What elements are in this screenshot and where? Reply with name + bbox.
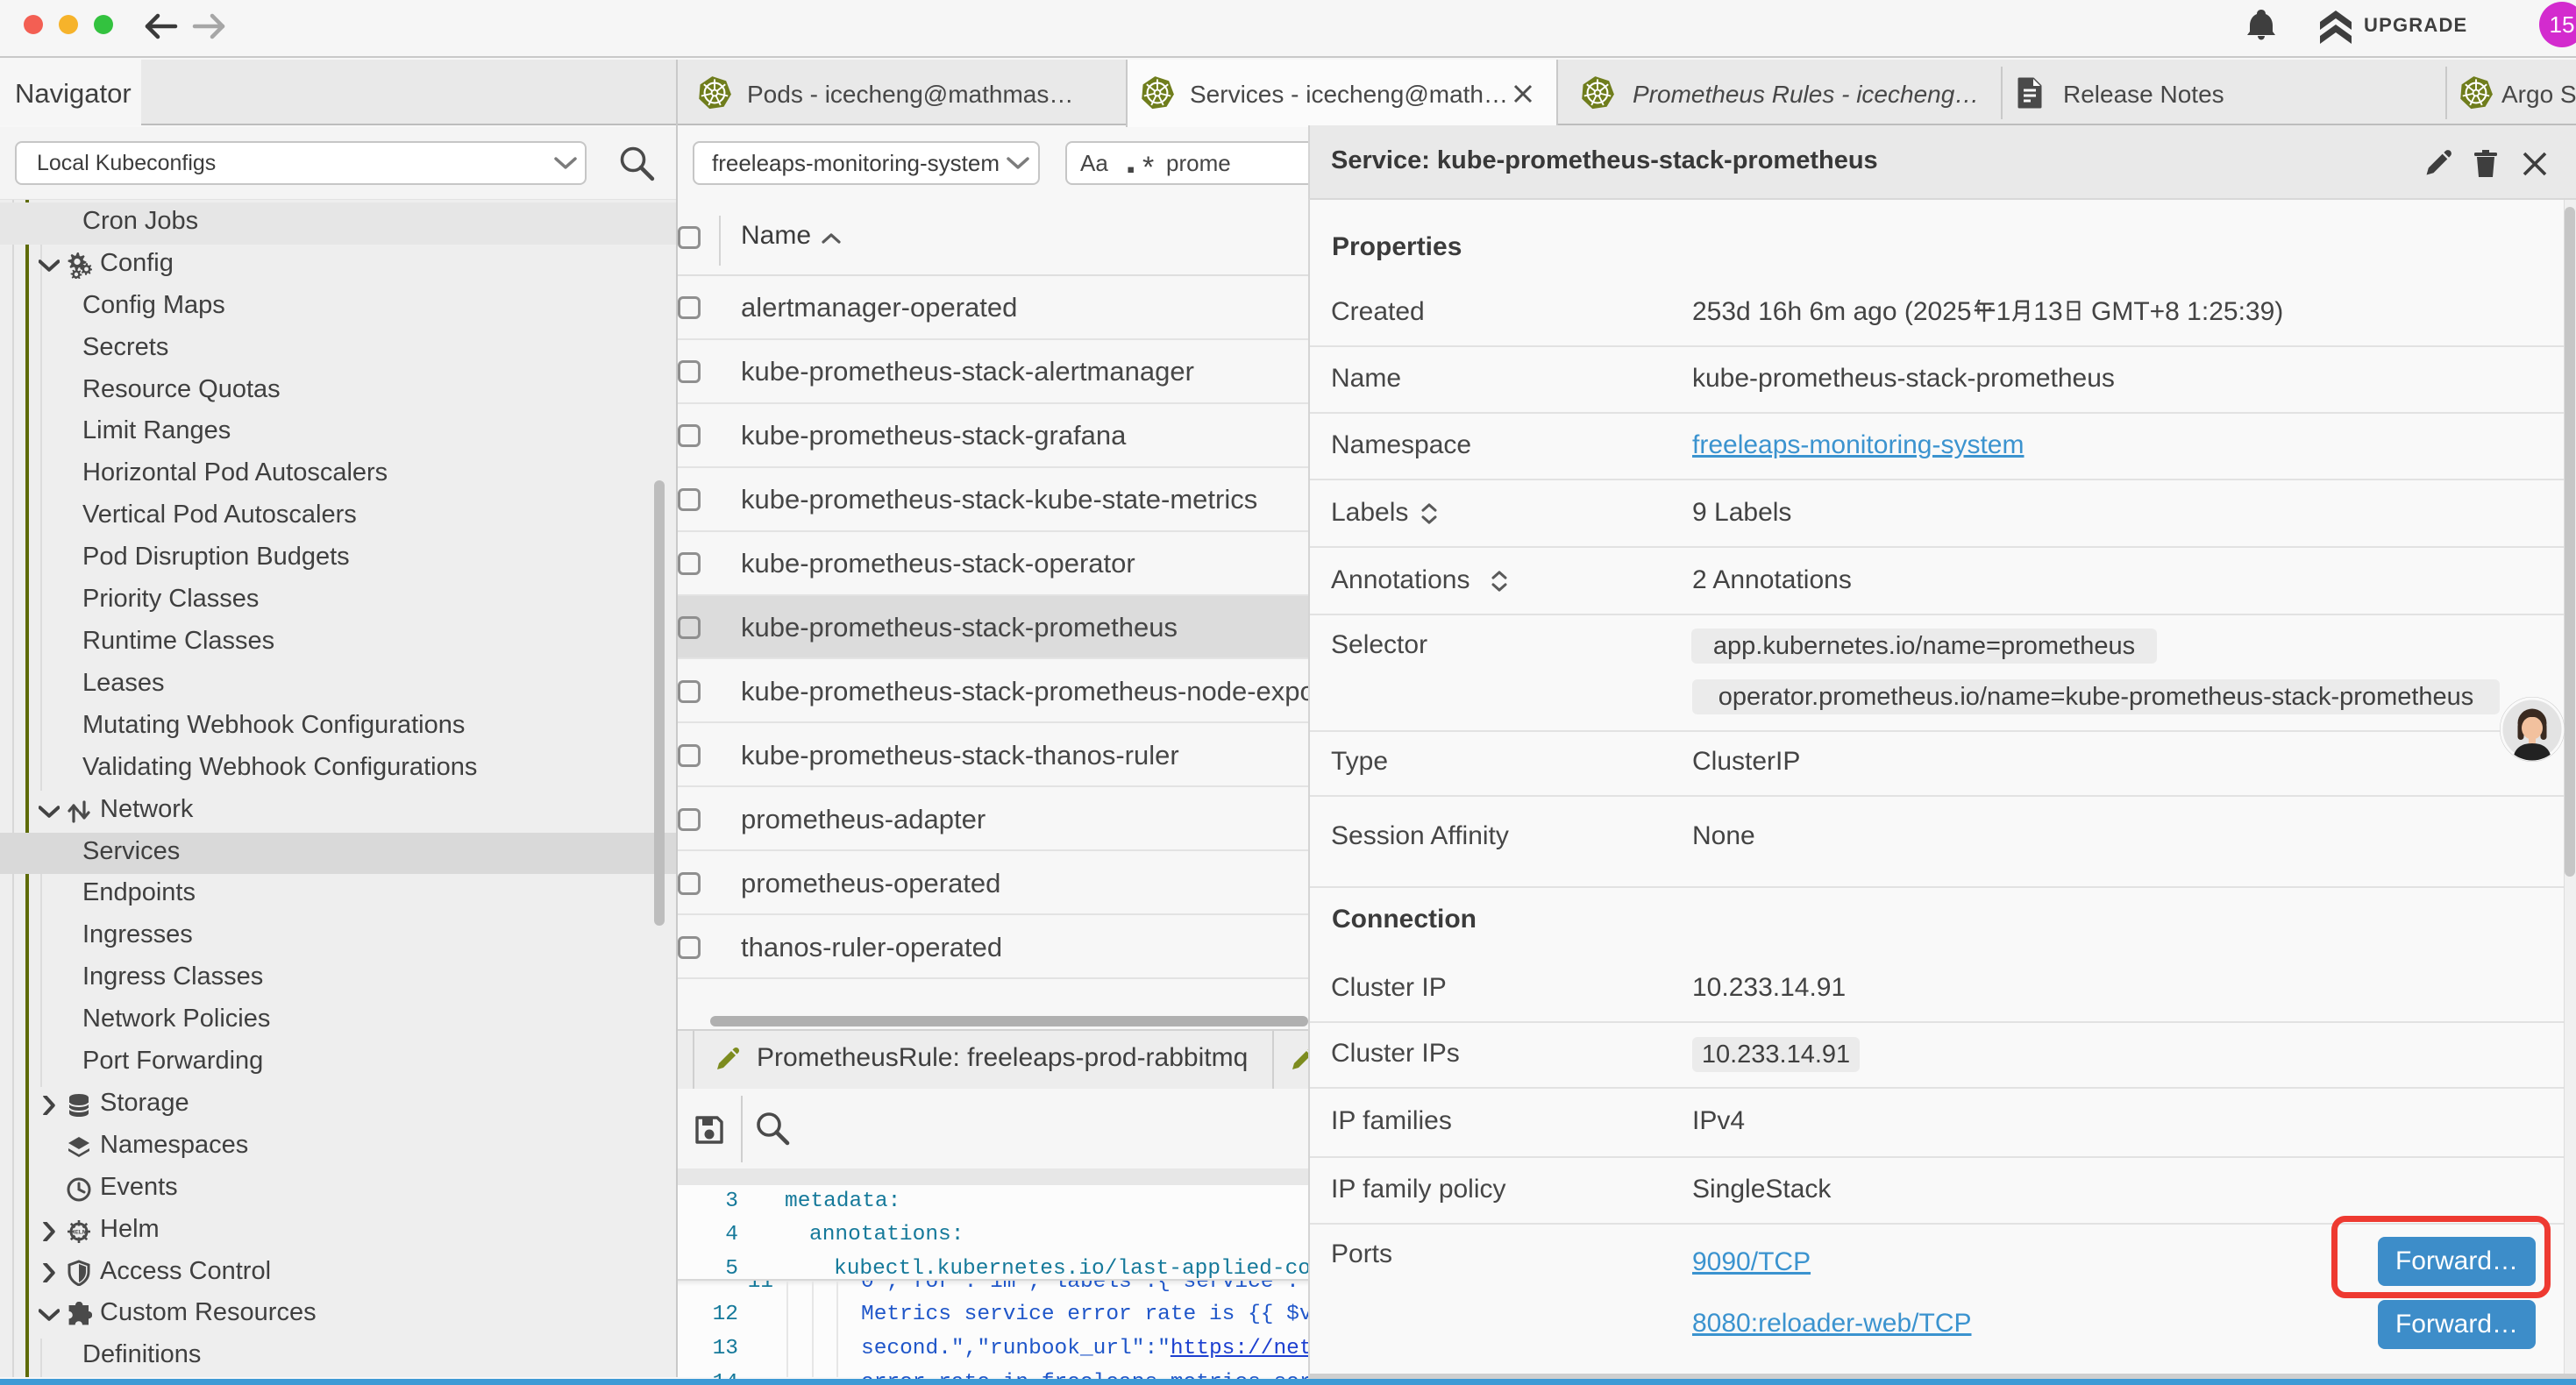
svg-text:HELM: HELM [71,1229,87,1235]
